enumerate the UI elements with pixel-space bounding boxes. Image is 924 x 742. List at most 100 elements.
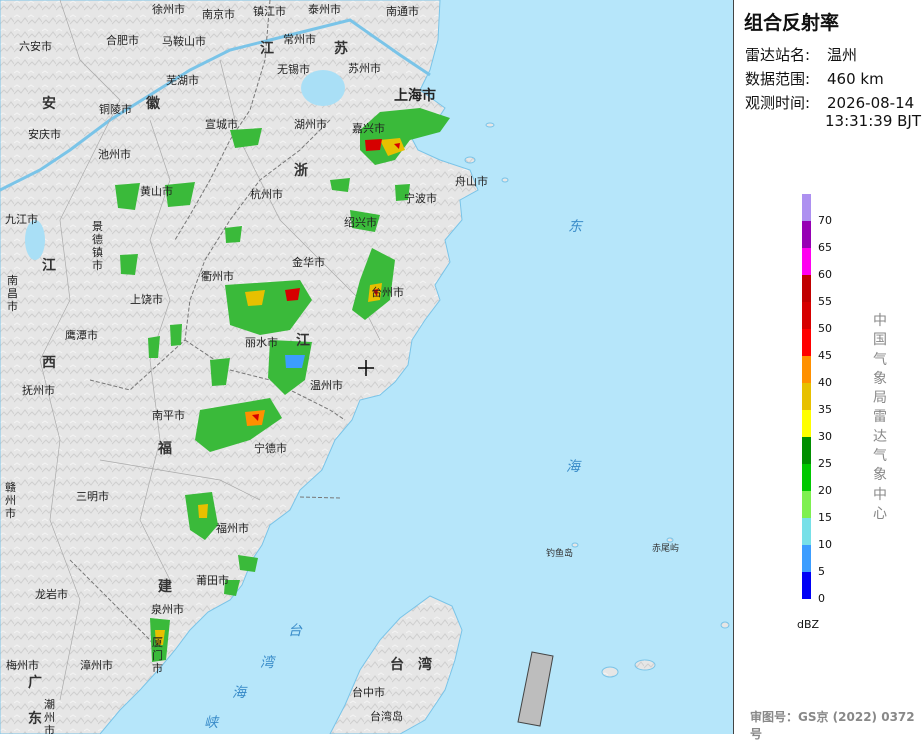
city-label: 泉州市 (151, 603, 184, 616)
legend-swatch (802, 491, 811, 518)
city-label: 上饶市 (130, 293, 163, 306)
city-label: 宣城市 (205, 118, 238, 131)
legend-swatch (802, 275, 811, 302)
legend-swatch (802, 518, 811, 545)
city-label: 泰州市 (308, 3, 341, 16)
range-row: 数据范围: 460 km (745, 68, 884, 89)
city-label: 梅州市 (6, 659, 39, 672)
legend-tick-label: 40 (818, 376, 832, 389)
station-label: 雷达站名: (745, 46, 811, 64)
city-label: 铜陵市 (99, 103, 132, 116)
city-label: 莆田市 (196, 574, 229, 587)
legend-unit: dBZ (797, 618, 820, 631)
city-label: 常州市 (283, 33, 316, 46)
city-label: 六安市 (19, 40, 52, 53)
city-label: 南平市 (152, 409, 185, 422)
organization-vertical-text: 中国气象局雷达气象中心 (873, 313, 887, 522)
city-label: 九江市 (5, 213, 38, 226)
city-label: 温州市 (310, 379, 343, 392)
legend-swatch (802, 437, 811, 464)
range-label: 数据范围: (745, 70, 811, 88)
city-label: 台湾岛 (370, 710, 403, 723)
city-label: 徐州市 (152, 3, 185, 16)
province-label: 江 (42, 258, 56, 274)
time-label: 观测时间: (745, 94, 811, 112)
legend-tick-label: 15 (818, 511, 832, 524)
city-label: 抚州市 (22, 384, 55, 397)
city-label: 无锡市 (277, 63, 310, 76)
city-label: 马鞍山市 (162, 35, 206, 48)
legend-swatch (802, 302, 811, 329)
city-label: 台中市 (352, 686, 385, 699)
sea-label: 海 (232, 685, 246, 701)
city-label: 景德镇市 (92, 220, 103, 272)
time-clock: 13:31:39 BJT (825, 112, 922, 130)
map-approval-number: 审图号：GS京 (2022) 0372号 (750, 710, 915, 741)
city-label: 漳州市 (80, 659, 113, 672)
legend-tick-label: 0 (818, 592, 825, 605)
sea-label: 峡 (204, 715, 218, 731)
legend-swatch (802, 248, 811, 275)
province-label: 广 (28, 675, 42, 691)
city-label: 福州市 (216, 522, 249, 535)
city-label: 赣州市 (5, 481, 16, 520)
legend-swatch (802, 572, 811, 599)
legend-tick-label: 5 (818, 565, 825, 578)
island-label: 钓鱼岛 (546, 549, 574, 559)
legend-tick-label: 30 (818, 430, 832, 443)
time-row: 观测时间: 2026-08-14 (745, 92, 914, 113)
sea-label: 东 (568, 219, 582, 235)
province-label: 台 (390, 657, 404, 673)
city-label: 合肥市 (106, 34, 139, 47)
legend-tick-label: 35 (818, 403, 832, 416)
legend-tick-label: 55 (818, 295, 832, 308)
province-label: 苏 (334, 41, 348, 57)
city-label: 宁波市 (404, 192, 437, 205)
radar-map[interactable]: 安 徽 江 苏 浙 江 江 西 福 建 广 东 台 湾 徐州市 南京市 镇江市 … (0, 0, 733, 734)
sea-label: 台 (288, 623, 302, 639)
legend-swatch (802, 329, 811, 356)
city-label: 丽水市 (245, 336, 278, 349)
sea-label: 海 (566, 459, 580, 475)
city-label: 安庆市 (28, 128, 61, 141)
city-label: 潮州市 (44, 698, 55, 734)
city-label: 三明市 (76, 490, 109, 503)
city-label: 台州市 (371, 286, 404, 299)
legend-tick-label: 70 (818, 214, 832, 227)
city-label: 芜湖市 (166, 74, 199, 87)
panel-title: 组合反射率 (744, 12, 840, 34)
station-row: 雷达站名: 温州 (745, 44, 857, 65)
city-label: 南通市 (386, 5, 419, 18)
city-label: 苏州市 (348, 62, 381, 75)
city-label: 鹰潭市 (65, 329, 98, 342)
city-label: 龙岩市 (35, 588, 68, 601)
province-label: 安 (42, 96, 56, 112)
city-label: 南昌市 (7, 274, 18, 313)
offshore-islands (464, 122, 730, 678)
legend-tick-label: 45 (818, 349, 832, 362)
city-label: 绍兴市 (344, 216, 377, 229)
color-legend (802, 194, 811, 599)
range-value: 460 km (827, 70, 884, 88)
province-label: 东 (28, 711, 42, 727)
province-label: 湾 (418, 657, 432, 673)
city-label: 厦门市 (152, 636, 163, 675)
legend-tick-label: 25 (818, 457, 832, 470)
legend-tick-label: 50 (818, 322, 832, 335)
city-label: 南京市 (202, 8, 235, 21)
legend-swatch (802, 221, 811, 248)
legend-tick-label: 65 (818, 241, 832, 254)
province-label: 徽 (146, 96, 160, 112)
legend-swatch (802, 545, 811, 572)
city-label: 舟山市 (455, 175, 488, 188)
city-label: 杭州市 (250, 188, 283, 201)
province-label: 江 (260, 41, 274, 57)
island-label: 赤尾屿 (652, 544, 680, 554)
station-value: 温州 (827, 46, 858, 64)
city-label: 宁德市 (254, 442, 287, 455)
city-label: 湖州市 (294, 118, 327, 131)
province-label: 建 (158, 579, 172, 595)
legend-swatch (802, 356, 811, 383)
province-label: 江 (296, 333, 310, 349)
legend-swatch (802, 383, 811, 410)
